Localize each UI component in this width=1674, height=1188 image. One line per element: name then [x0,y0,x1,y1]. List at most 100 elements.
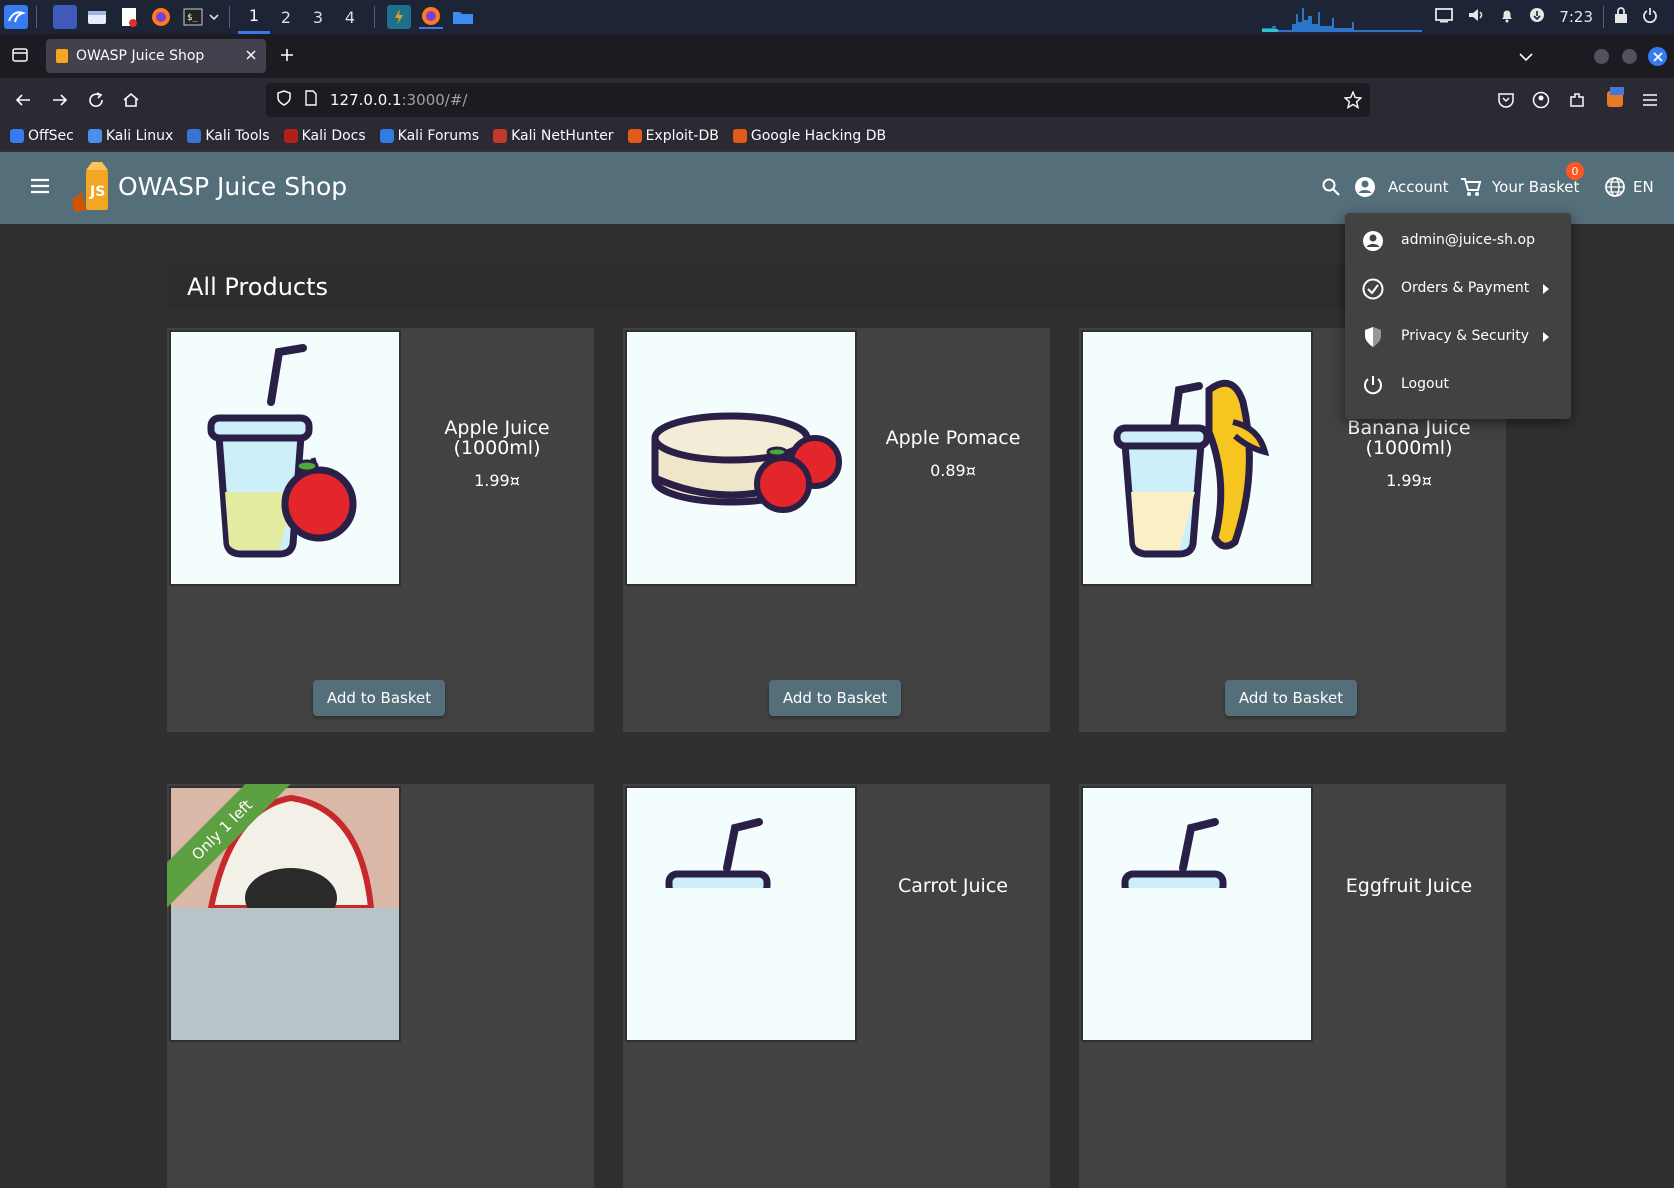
terminal-icon[interactable]: $_ [181,5,205,29]
tab-title: OWASP Juice Shop [76,48,205,64]
bookmark-star-icon[interactable] [1343,90,1363,113]
bookmark-kali-linux[interactable]: Kali Linux [87,128,173,144]
firefox-view-icon[interactable] [11,46,29,68]
desktop-icon[interactable] [53,5,77,29]
account-icon[interactable] [1532,91,1550,113]
minimize-window-button[interactable] [1594,49,1609,64]
workspace-2[interactable]: 2 [270,0,302,34]
svg-text:JS: JS [89,184,105,200]
kali-menu-icon[interactable] [4,5,28,29]
product-image[interactable] [169,330,401,586]
display-icon[interactable] [1435,7,1454,27]
bookmark-kali-forums[interactable]: Kali Forums [379,128,479,144]
offsec-icon [10,129,24,143]
product-image[interactable] [1081,330,1313,586]
juice-shop-logo[interactable]: JS [68,162,116,218]
submenu-arrow-icon [1543,332,1549,342]
product-name: Carrot Juice [898,875,1008,897]
maximize-window-button[interactable] [1622,49,1637,64]
basket-button[interactable]: Your Basket [1460,174,1579,200]
app-title[interactable]: OWASP Juice Shop [118,172,347,201]
volume-icon[interactable] [1467,7,1485,27]
close-tab-icon[interactable] [244,48,258,66]
tracking-protection-shield-icon[interactable] [276,90,292,110]
shopping-cart-icon [1461,178,1482,196]
product-card-apple-juice[interactable]: Apple Juice (1000ml) 1.99¤ Add to Basket [167,328,594,732]
bookmark-label: Kali Docs [301,128,366,144]
menu-item-logout[interactable]: Logout [1345,361,1571,409]
product-name: Banana Juice (1000ml) [1347,417,1471,459]
account-button[interactable]: Account [1354,174,1449,200]
tray-separator [1603,6,1604,28]
firefox-window-icon[interactable] [419,5,443,29]
new-tab-icon[interactable] [279,47,295,67]
globe-icon [1605,177,1625,197]
list-all-tabs-icon[interactable] [1518,48,1534,67]
chevron-down-icon[interactable] [207,5,221,29]
account-menu: admin@juice-sh.op Orders & Payment Priva… [1345,213,1571,419]
back-icon[interactable] [14,91,32,113]
product-price: 0.89¤ [930,461,976,480]
text-editor-icon[interactable] [117,5,141,29]
workspace-3[interactable]: 3 [302,0,334,34]
menu-item-profile[interactable]: admin@juice-sh.op [1345,217,1571,265]
taskbar-separator [374,6,375,28]
extensions-icon[interactable] [1568,91,1586,113]
close-window-button[interactable] [1648,47,1667,66]
bookmark-label: Exploit-DB [645,128,719,144]
menu-item-orders-payment[interactable]: Orders & Payment [1345,265,1571,313]
sidenav-menu-icon[interactable] [29,177,51,199]
firefox-taskbar-icon[interactable] [149,5,173,29]
logout-power-icon[interactable] [1642,7,1658,27]
burp-extension-icon[interactable] [1604,87,1626,111]
forward-icon[interactable] [51,91,69,113]
file-manager-icon[interactable] [85,5,109,29]
clock[interactable]: 7:23 [1559,8,1593,26]
taskbar-separator [36,6,37,28]
add-to-basket-button[interactable]: Add to Basket [769,680,901,716]
page-info-icon[interactable] [304,90,318,110]
home-icon[interactable] [122,91,140,113]
product-card-carrot-juice[interactable]: Carrot Juice [623,784,1050,1188]
account-circle-icon [1355,177,1375,197]
basket-label: Your Basket [1492,178,1580,196]
add-to-basket-button[interactable]: Add to Basket [1225,680,1357,716]
submenu-arrow-icon [1543,284,1549,294]
product-card-apple-pomace[interactable]: Apple Pomace 0.89¤ Add to Basket [623,328,1050,732]
product-image[interactable] [625,786,857,1042]
language-button[interactable]: EN [1604,174,1654,200]
address-bar[interactable]: 127.0.0.1:3000/#/ [266,83,1370,117]
bookmark-kali-docs[interactable]: Kali Docs [283,128,366,144]
bookmark-kali-nethunter[interactable]: Kali NetHunter [493,128,614,144]
bookmark-kali-tools[interactable]: Kali Tools [187,128,270,144]
bookmark-label: Kali NetHunter [511,128,614,144]
pocket-icon[interactable] [1497,91,1515,113]
workspace-1[interactable]: 1 [238,0,270,34]
browser-tab-active[interactable]: OWASP Juice Shop [46,39,266,73]
bookmark-google-hacking-db[interactable]: Google Hacking DB [732,128,886,144]
product-image[interactable] [1081,786,1313,1042]
folder-window-icon[interactable] [451,5,475,29]
bookmark-offsec[interactable]: OffSec [10,128,74,144]
browser-navigation-bar: 127.0.0.1:3000/#/ [0,78,1674,122]
burp-window-icon[interactable] [387,5,411,29]
taskbar-separator [229,6,230,28]
product-image[interactable] [625,330,857,586]
power-status-icon[interactable] [1529,7,1545,27]
product-card-eggfruit-juice[interactable]: Eggfruit Juice [1079,784,1506,1188]
product-name: Apple Juice (1000ml) [444,417,550,459]
menu-item-label: Orders & Payment [1401,280,1530,296]
search-icon[interactable] [1321,177,1341,201]
product-name: Apple Pomace [885,427,1021,449]
notification-bell-icon[interactable] [1499,7,1515,27]
hamburger-menu-icon[interactable] [1641,92,1659,112]
product-card-limited[interactable]: Only 1 left [167,784,594,1188]
juice-shop-favicon [56,49,68,63]
bookmark-exploit-db[interactable]: Exploit-DB [627,128,719,144]
workspace-4[interactable]: 4 [334,0,366,34]
reload-icon[interactable] [87,91,105,113]
basket-count-badge: 0 [1566,162,1584,180]
lock-icon[interactable] [1614,7,1628,27]
menu-item-privacy-security[interactable]: Privacy & Security [1345,313,1571,361]
add-to-basket-button[interactable]: Add to Basket [313,680,445,716]
